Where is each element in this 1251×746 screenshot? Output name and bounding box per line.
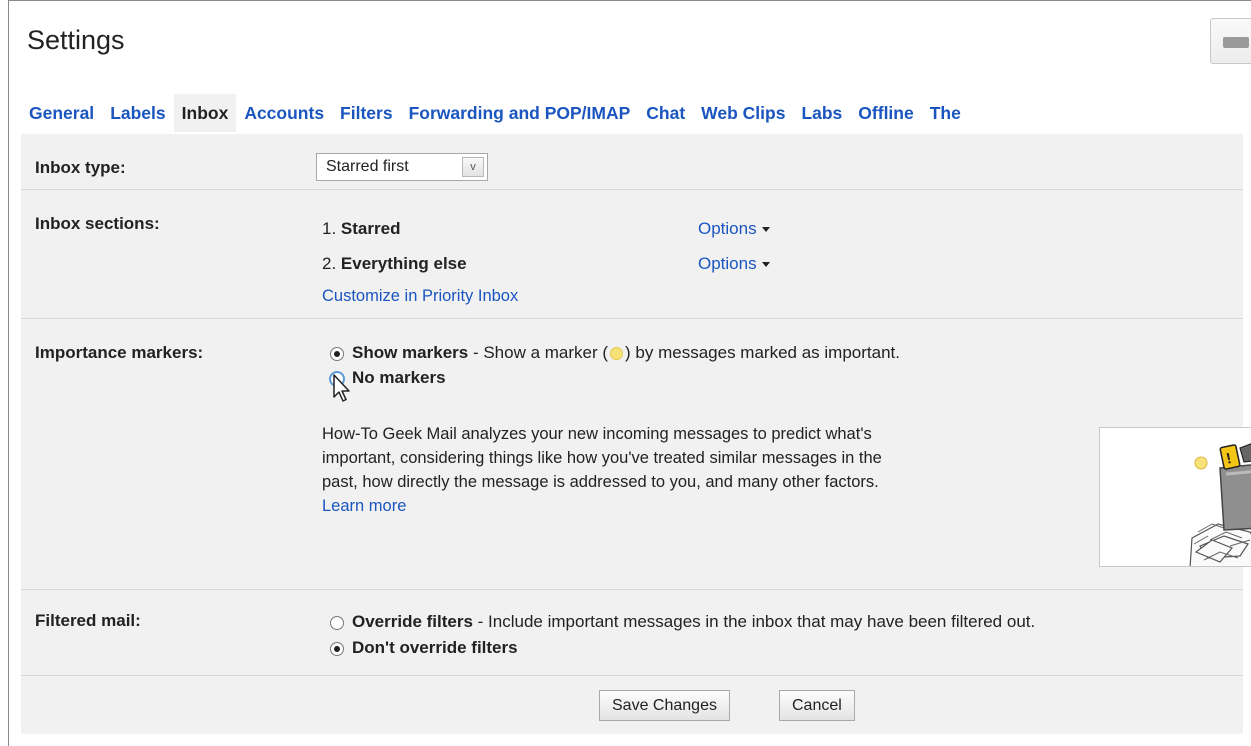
show-markers-desc-start: - Show a marker ( xyxy=(468,343,609,362)
section-options-link[interactable]: Options xyxy=(698,254,770,274)
section-number: 1. xyxy=(322,219,337,238)
section-item: 1. Starred xyxy=(322,219,400,239)
tab-labels[interactable]: Labels xyxy=(102,94,173,132)
inbox-type-label: Inbox type: xyxy=(35,158,126,177)
filtered-mail-label: Filtered mail: xyxy=(35,611,141,630)
tab-chat[interactable]: Chat xyxy=(638,94,693,132)
cancel-button[interactable]: Cancel xyxy=(779,690,855,721)
page-title: Settings xyxy=(27,25,125,55)
show-markers-title: Show markers xyxy=(352,343,469,362)
caret-down-icon xyxy=(761,227,770,233)
mouse-cursor-icon xyxy=(333,374,350,402)
show-markers-radio[interactable] xyxy=(330,347,344,361)
keyboard-shortcut-button[interactable] xyxy=(1210,18,1251,64)
importance-markers-label: Importance markers: xyxy=(35,343,204,362)
chevron-down-icon: v xyxy=(462,157,484,177)
section-item: 2. Everything else xyxy=(322,254,467,274)
tab-themes[interactable]: The xyxy=(922,94,969,132)
dont-override-filters-title: Don't override filters xyxy=(352,638,518,657)
filtered-mail-row: Filtered mail: Override filters - Includ… xyxy=(21,590,1243,676)
override-filters-radio[interactable] xyxy=(330,616,344,630)
tab-offline[interactable]: Offline xyxy=(850,94,921,132)
inbox-sections-label: Inbox sections: xyxy=(35,214,160,233)
options-label: Options xyxy=(698,219,757,238)
tab-accounts[interactable]: Accounts xyxy=(236,94,332,132)
inbox-sections-row: Inbox sections: 1. Starred Options 2. Ev… xyxy=(21,190,1243,319)
dont-override-filters-option: Don't override filters xyxy=(352,638,518,658)
tab-forwarding[interactable]: Forwarding and POP/IMAP xyxy=(401,94,639,132)
tab-web-clips[interactable]: Web Clips xyxy=(693,94,793,132)
learn-more-link[interactable]: Learn more xyxy=(322,494,1072,518)
section-name: Starred xyxy=(340,219,401,238)
no-markers-option: No markers xyxy=(352,368,446,388)
settings-tabs: General Labels Inbox Accounts Filters Forward… xyxy=(21,94,969,134)
customize-priority-inbox-link[interactable]: Customize in Priority Inbox xyxy=(322,287,518,306)
caret-down-icon xyxy=(761,262,770,268)
settings-panel: Inbox type: Starred first v Inbox sectio… xyxy=(21,134,1251,734)
section-name: Everything else xyxy=(340,254,467,273)
tab-labs[interactable]: Labs xyxy=(793,94,850,132)
description-line: How-To Geek Mail analyzes your new incom… xyxy=(322,425,872,443)
override-filters-title: Override filters xyxy=(352,612,473,631)
importance-marker-icon xyxy=(610,347,624,361)
inbox-type-select[interactable]: Starred first v xyxy=(316,153,488,181)
save-changes-button[interactable]: Save Changes xyxy=(599,690,730,721)
override-filters-desc: - Include important messages in the inbo… xyxy=(472,612,1036,631)
show-markers-option: Show markers - Show a marker ( ) by messa… xyxy=(352,343,900,363)
importance-description: How-To Geek Mail analyzes your new incom… xyxy=(322,422,1072,518)
tab-general[interactable]: General xyxy=(21,94,102,132)
mail-pile-illustration: ! xyxy=(1189,443,1251,566)
importance-illustration: ! xyxy=(1099,427,1251,567)
tab-inbox[interactable]: Inbox xyxy=(173,94,237,132)
dont-override-filters-radio[interactable] xyxy=(330,642,344,656)
section-options-link[interactable]: Options xyxy=(698,219,770,239)
inbox-type-row: Inbox type: Starred first v xyxy=(21,134,1243,190)
show-markers-desc-end: ) by messages marked as important. xyxy=(625,343,900,362)
options-label: Options xyxy=(698,254,757,273)
description-line: important, considering things like how y… xyxy=(322,449,882,467)
section-number: 2. xyxy=(322,254,337,273)
keyboard-icon xyxy=(1223,37,1249,48)
description-line: past, how directly the message is addres… xyxy=(322,473,879,491)
tab-filters[interactable]: Filters xyxy=(332,94,401,132)
override-filters-option: Override filters - Include important mes… xyxy=(352,612,1035,632)
importance-markers-row: Importance markers: Show markers - Show … xyxy=(21,319,1251,590)
no-markers-title: No markers xyxy=(352,368,446,387)
inbox-type-value: Starred first xyxy=(326,158,409,175)
